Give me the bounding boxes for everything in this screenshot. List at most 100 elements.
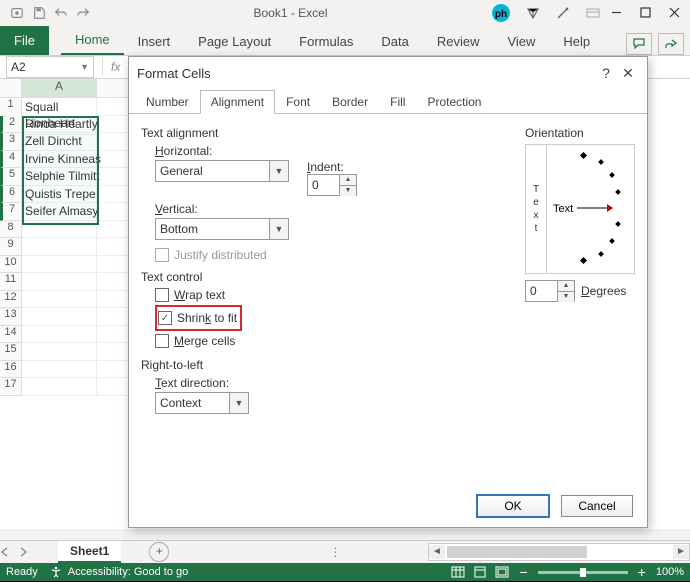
tab-home[interactable]: Home	[61, 26, 124, 55]
orientation-dial[interactable]: Text	[547, 145, 634, 273]
file-tab[interactable]: File	[0, 26, 49, 55]
splitter-handle[interactable]: ⋮	[329, 545, 341, 559]
cancel-button[interactable]: Cancel	[561, 495, 633, 517]
row-header[interactable]: 11	[0, 273, 22, 291]
row-header[interactable]: 2	[0, 116, 22, 134]
row-header[interactable]: 7	[0, 203, 22, 221]
row-header[interactable]: 15	[0, 343, 22, 361]
zoom-out-button[interactable]: −	[517, 564, 529, 580]
row-header[interactable]: 3	[0, 133, 22, 151]
scroll-right-icon[interactable]: ►	[673, 545, 689, 559]
dialog-tab-number[interactable]: Number	[135, 90, 200, 114]
status-accessibility[interactable]: Accessibility: Good to go	[68, 566, 188, 578]
dialog-tab-protection[interactable]: Protection	[416, 90, 492, 114]
name-box-dropdown-icon[interactable]: ▼	[80, 62, 89, 72]
cell[interactable]	[22, 256, 97, 274]
dialog-tab-font[interactable]: Font	[275, 90, 321, 114]
chevron-down-icon[interactable]: ▼	[269, 161, 288, 181]
account-icon[interactable]: ph	[491, 3, 511, 23]
cell[interactable]: Zell Dincht	[22, 133, 97, 151]
row-header[interactable]: 12	[0, 291, 22, 309]
accessibility-icon[interactable]	[50, 566, 62, 578]
minimize-icon[interactable]	[611, 7, 622, 18]
wand-icon[interactable]	[555, 5, 571, 21]
spin-down-icon[interactable]: ▼	[558, 291, 574, 302]
spin-up-icon[interactable]: ▲	[558, 281, 574, 291]
close-icon[interactable]	[669, 7, 680, 18]
cell[interactable]	[22, 378, 97, 396]
autosave-icon[interactable]	[10, 6, 24, 20]
row-header[interactable]: 8	[0, 221, 22, 239]
col-header-A[interactable]: A	[22, 79, 97, 98]
cell[interactable]	[22, 326, 97, 344]
row-header[interactable]: 17	[0, 378, 22, 396]
tab-formulas[interactable]: Formulas	[285, 28, 367, 55]
tab-view[interactable]: View	[493, 28, 549, 55]
horizontal-combo[interactable]: General ▼	[155, 160, 289, 182]
share-button[interactable]	[658, 33, 684, 55]
spin-down-icon[interactable]: ▼	[340, 185, 356, 196]
row-header[interactable]: 14	[0, 326, 22, 344]
redo-icon[interactable]	[76, 6, 90, 20]
tab-page-layout[interactable]: Page Layout	[184, 28, 285, 55]
chevron-down-icon[interactable]: ▼	[229, 393, 248, 413]
sheet-nav-next-icon[interactable]	[18, 547, 28, 557]
select-all-corner[interactable]	[0, 79, 22, 98]
shrink-to-fit-checkbox[interactable]: ✓Shrink to fit	[158, 311, 237, 325]
chevron-down-icon[interactable]: ▼	[269, 219, 288, 239]
sheet-nav-prev-icon[interactable]	[0, 547, 10, 557]
scroll-thumb[interactable]	[447, 546, 587, 558]
tab-insert[interactable]: Insert	[124, 28, 185, 55]
row-header[interactable]: 13	[0, 308, 22, 326]
row-header[interactable]: 5	[0, 168, 22, 186]
scroll-left-icon[interactable]: ◄	[429, 545, 445, 559]
horizontal-scrollbar[interactable]: ◄ ►	[428, 543, 690, 561]
cell[interactable]	[22, 238, 97, 256]
cell[interactable]	[22, 361, 97, 379]
ribbon-options-icon[interactable]	[585, 5, 601, 21]
zoom-in-button[interactable]: +	[636, 564, 648, 580]
dialog-tab-border[interactable]: Border	[321, 90, 379, 114]
row-header[interactable]: 6	[0, 186, 22, 204]
dialog-tab-fill[interactable]: Fill	[379, 90, 416, 114]
tab-review[interactable]: Review	[423, 28, 494, 55]
cell[interactable]	[22, 221, 97, 239]
row-header[interactable]: 4	[0, 151, 22, 169]
save-icon[interactable]	[32, 6, 46, 20]
zoom-slider[interactable]	[538, 571, 628, 574]
row-header[interactable]: 10	[0, 256, 22, 274]
degrees-spinner[interactable]: 0 ▲▼	[525, 280, 575, 302]
orientation-vertical-text[interactable]: Text	[526, 145, 547, 273]
tab-help[interactable]: Help	[549, 28, 604, 55]
dialog-help-icon[interactable]: ?	[595, 62, 617, 84]
view-page-break-icon[interactable]	[495, 566, 509, 578]
dialog-tab-alignment[interactable]: Alignment	[200, 90, 275, 114]
view-page-layout-icon[interactable]	[473, 566, 487, 578]
sheet-tab-active[interactable]: Sheet1	[58, 541, 121, 563]
orientation-frame[interactable]: Text Text	[525, 144, 635, 274]
cell[interactable]: Seifer Almasy	[22, 203, 97, 221]
indent-spinner[interactable]: 0 ▲▼	[307, 174, 357, 196]
maximize-icon[interactable]	[640, 7, 651, 18]
cell[interactable]	[22, 273, 97, 291]
view-normal-icon[interactable]	[451, 566, 465, 578]
undo-icon[interactable]	[54, 6, 68, 20]
cell[interactable]: Rinoa Heartly	[22, 116, 97, 134]
fx-icon[interactable]: fx	[111, 60, 120, 74]
zoom-percent[interactable]: 100%	[656, 566, 684, 578]
cell[interactable]: Quistis Trepe	[22, 186, 97, 204]
ok-button[interactable]: OK	[477, 495, 549, 517]
text-direction-combo[interactable]: Context ▼	[155, 392, 249, 414]
tab-data[interactable]: Data	[367, 28, 422, 55]
cell[interactable]	[22, 308, 97, 326]
spin-up-icon[interactable]: ▲	[340, 175, 356, 185]
merge-cells-checkbox[interactable]: Merge cells	[155, 334, 635, 348]
dialog-close-icon[interactable]: ✕	[617, 62, 639, 84]
new-sheet-button[interactable]: +	[149, 542, 169, 562]
vertical-combo[interactable]: Bottom ▼	[155, 218, 289, 240]
cell[interactable]	[22, 291, 97, 309]
cell[interactable]	[22, 343, 97, 361]
row-header[interactable]: 16	[0, 361, 22, 379]
diamond-icon[interactable]	[525, 5, 541, 21]
row-header[interactable]: 9	[0, 238, 22, 256]
